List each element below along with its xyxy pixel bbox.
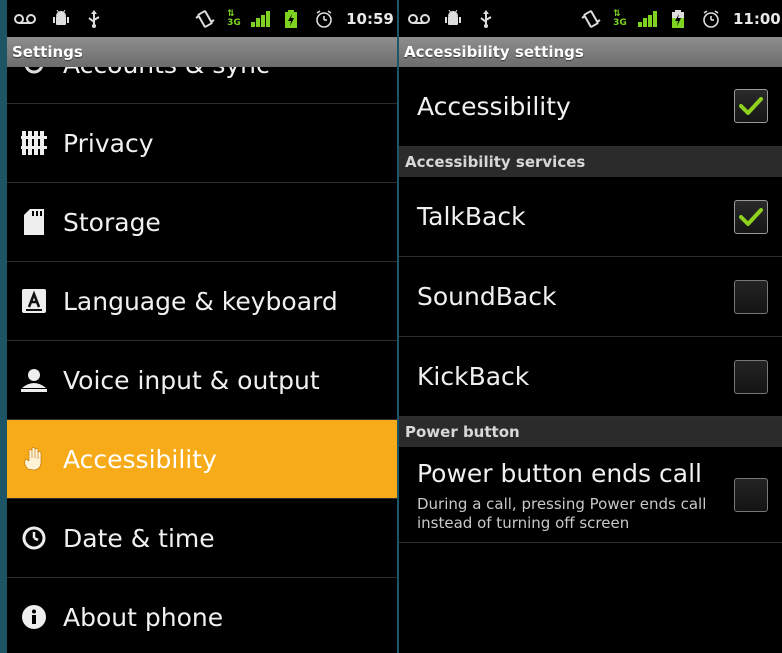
hand-icon <box>21 446 47 472</box>
settings-item-label: Date & time <box>63 524 215 553</box>
3g-icon: ⇅ 3G <box>613 9 627 28</box>
status-bar: ⇅ 3G 10:59 <box>7 0 397 37</box>
settings-item-about-phone[interactable]: About phone <box>7 578 397 653</box>
accessibility-toggle-row[interactable]: Accessibility <box>399 67 782 147</box>
settings-list: Accounts & sync Privacy Storage Language… <box>7 67 397 653</box>
3g-icon: ⇅ 3G <box>227 9 241 28</box>
usb-icon <box>85 10 103 28</box>
voicemail-icon <box>13 10 37 28</box>
alarm-icon <box>314 10 334 28</box>
android-debug-icon <box>51 10 71 28</box>
accessibility-settings-screen: ⇅ 3G 11:00 Accessibility settings Accessi… <box>399 0 782 653</box>
settings-item-label: Language & keyboard <box>63 287 338 316</box>
service-label: TalkBack <box>417 202 526 231</box>
sync-icon <box>21 67 47 77</box>
settings-item-label: Voice input & output <box>63 366 320 395</box>
settings-screen: ⇅3G 10:59 Settings Accounts & sync Priva… <box>7 0 397 653</box>
accessibility-toggle-label: Accessibility <box>417 92 571 121</box>
settings-item-language-keyboard[interactable]: Language & keyboard <box>7 262 397 341</box>
accessibility-checkbox[interactable] <box>734 89 768 123</box>
voice-icon <box>21 367 47 393</box>
settings-item-label: Accounts & sync <box>63 67 270 104</box>
settings-item-label: Storage <box>63 208 161 237</box>
settings-item-privacy[interactable]: Privacy <box>7 104 397 183</box>
power-button-summary-line1: During a call, pressing Power ends call <box>417 495 707 513</box>
settings-item-accounts-sync[interactable]: Accounts & sync <box>7 67 397 104</box>
service-label: SoundBack <box>417 282 557 311</box>
settings-item-label: About phone <box>63 603 224 632</box>
settings-item-label: Accessibility <box>63 445 217 474</box>
language-icon <box>21 288 47 314</box>
service-row-soundback[interactable]: SoundBack <box>399 257 782 337</box>
kickback-checkbox[interactable] <box>734 360 768 394</box>
title-bar: Accessibility settings <box>399 37 782 67</box>
vibrate-icon <box>581 10 601 28</box>
signal-icon <box>637 10 659 28</box>
status-time: 11:00 <box>733 10 781 28</box>
privacy-icon <box>21 130 47 156</box>
android-debug-icon <box>443 10 463 28</box>
service-row-kickback[interactable]: KickBack <box>399 337 782 417</box>
settings-item-label: Privacy <box>63 129 154 158</box>
service-row-talkback[interactable]: TalkBack <box>399 177 782 257</box>
service-label: KickBack <box>417 362 530 391</box>
settings-item-date-time[interactable]: Date & time <box>7 499 397 578</box>
power-button-ends-call-label: Power button ends call <box>417 459 702 488</box>
talkback-checkbox[interactable] <box>734 200 768 234</box>
section-header-services: Accessibility services <box>399 147 782 177</box>
vibrate-icon <box>195 10 215 28</box>
voicemail-icon <box>407 10 431 28</box>
usb-icon <box>477 10 495 28</box>
settings-item-voice-input-output[interactable]: Voice input & output <box>7 341 397 420</box>
section-header-power-button: Power button <box>399 417 782 447</box>
signal-icon <box>250 10 272 28</box>
battery-charging-icon <box>283 10 299 28</box>
status-bar: ⇅ 3G 11:00 <box>399 0 782 37</box>
battery-charging-icon <box>670 10 686 28</box>
soundback-checkbox[interactable] <box>734 280 768 314</box>
info-icon <box>21 604 47 630</box>
title-bar: Settings <box>7 37 397 67</box>
settings-item-accessibility[interactable]: Accessibility <box>7 420 397 499</box>
alarm-icon <box>701 10 721 28</box>
power-button-ends-call-checkbox[interactable] <box>734 478 768 512</box>
sd-card-icon <box>21 209 47 235</box>
settings-item-storage[interactable]: Storage <box>7 183 397 262</box>
power-button-summary-line2: instead of turning off screen <box>417 514 630 532</box>
status-time: 10:59 <box>346 10 394 28</box>
power-button-ends-call-row[interactable]: Power button ends call During a call, pr… <box>399 447 782 543</box>
clock-icon <box>21 525 47 551</box>
